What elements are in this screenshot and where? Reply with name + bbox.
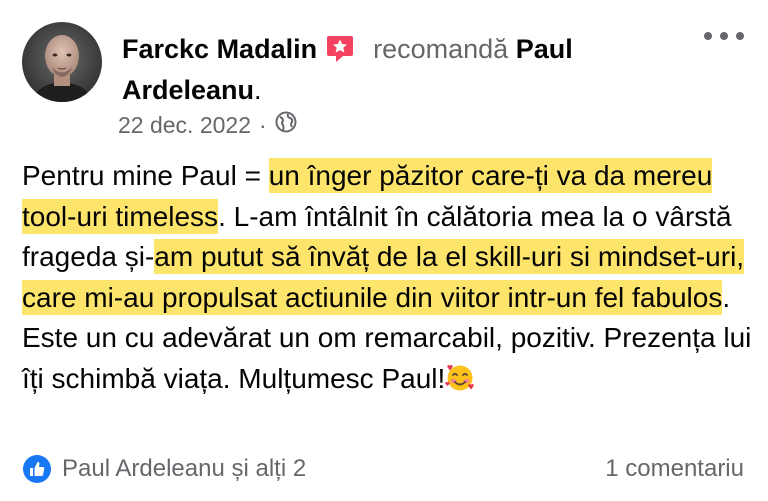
reactions-text: Paul Ardeleanu și alți 2	[62, 455, 307, 482]
more-dot	[720, 32, 728, 40]
post-date[interactable]: 22 dec. 2022	[118, 111, 251, 139]
post-header: Farckc Madalin recomandă Paul	[122, 33, 573, 65]
more-dot	[736, 32, 744, 40]
body-text-segment: Pentru mine Paul =	[22, 160, 269, 191]
more-options-icon[interactable]	[704, 24, 744, 48]
globe-icon	[275, 111, 297, 139]
action-text: recomandă	[373, 34, 509, 64]
more-dot	[704, 32, 712, 40]
post-meta: 22 dec. 2022 ·	[118, 111, 297, 139]
smiling-face-with-hearts-emoji	[445, 363, 475, 393]
post-footer: Paul Ardeleanu și alți 2 1 comentariu	[22, 452, 744, 486]
avatar[interactable]	[22, 22, 102, 102]
comments-count[interactable]: 1 comentariu	[605, 455, 744, 483]
recommended-page-name-continued[interactable]: Ardeleanu	[122, 75, 254, 105]
author-name[interactable]: Farckc Madalin	[122, 33, 317, 65]
reactions-summary[interactable]: Paul Ardeleanu și alți 2	[22, 454, 306, 484]
recommended-page-name[interactable]: Paul	[516, 33, 573, 65]
post-body: Pentru mine Paul = un înger păzitor care…	[22, 156, 757, 399]
header-period: .	[254, 75, 262, 105]
recommend-star-icon	[325, 34, 355, 64]
post-header-continued: Ardeleanu.	[122, 74, 262, 106]
meta-separator: ·	[259, 112, 267, 138]
like-icon	[22, 454, 52, 484]
recommendation-post: Farckc Madalin recomandă Paul Ardeleanu.…	[0, 0, 768, 501]
